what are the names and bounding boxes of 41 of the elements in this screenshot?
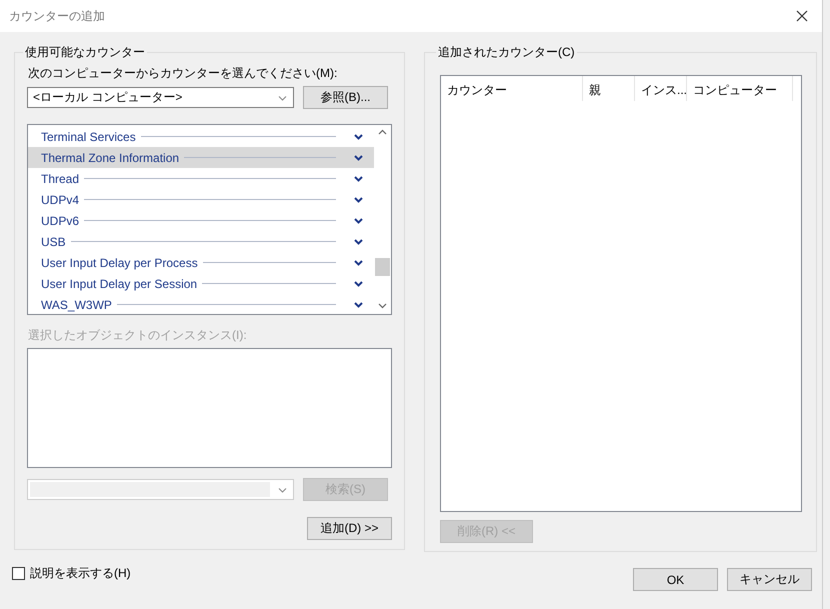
chevron-down-icon bbox=[354, 134, 363, 140]
chevron-down-icon bbox=[354, 280, 363, 286]
chevron-down-icon bbox=[354, 176, 363, 182]
caret-icon bbox=[278, 94, 287, 100]
scroll-thumb[interactable] bbox=[375, 258, 390, 276]
instance-list[interactable] bbox=[27, 348, 392, 468]
column-header[interactable]: コンピューター bbox=[687, 76, 793, 101]
list-item[interactable]: User Input Delay per Session bbox=[28, 273, 374, 294]
list-item[interactable]: USB bbox=[28, 231, 374, 252]
list-item[interactable]: UDPv6 bbox=[28, 210, 374, 231]
dialog-button[interactable]: OK bbox=[633, 568, 718, 591]
close-icon bbox=[796, 10, 808, 22]
computer-dropdown[interactable]: <ローカル コンピューター> bbox=[27, 87, 294, 108]
checkbox-label: 説明を表示する(H) bbox=[30, 564, 131, 582]
list-item[interactable]: WAS_W3WP bbox=[28, 294, 374, 315]
chevron-down-icon bbox=[354, 218, 363, 224]
dialog-button[interactable]: キャンセル bbox=[727, 568, 812, 591]
chevron-down-icon bbox=[354, 238, 363, 244]
browse-button[interactable]: 参照(B)... bbox=[303, 86, 388, 109]
scroll-up-icon bbox=[378, 129, 387, 135]
chevron-down-icon bbox=[354, 260, 363, 266]
chevron-down-icon bbox=[354, 154, 363, 160]
scroll-down-icon bbox=[378, 303, 387, 309]
list-item[interactable]: Thermal Zone Information bbox=[28, 147, 374, 168]
list-item[interactable]: User Input Delay per Process bbox=[28, 252, 374, 273]
caret-icon bbox=[278, 486, 287, 492]
column-header[interactable]: カウンター bbox=[441, 76, 583, 101]
list-item[interactable]: Thread bbox=[28, 168, 374, 189]
column-header[interactable]: インス... bbox=[635, 76, 687, 101]
group-label: 追加されたカウンター(C) bbox=[437, 44, 576, 61]
field-label: 次のコンピューターからカウンターを選んでください(M): bbox=[28, 65, 338, 82]
list-item[interactable]: Terminal Services bbox=[28, 126, 374, 147]
column-header[interactable]: 親 bbox=[583, 76, 635, 101]
checkbox[interactable] bbox=[12, 566, 25, 580]
chevron-down-icon bbox=[354, 196, 363, 202]
add-button[interactable]: 追加(D) >> bbox=[307, 517, 392, 540]
list-item[interactable]: UDPv4 bbox=[28, 189, 374, 210]
field-label: 選択したオブジェクトのインスタンス(I): bbox=[28, 327, 248, 344]
group-label: 使用可能なカウンター bbox=[24, 44, 146, 61]
window-title: カウンターの追加 bbox=[9, 8, 105, 24]
chevron-down-icon bbox=[354, 302, 363, 308]
